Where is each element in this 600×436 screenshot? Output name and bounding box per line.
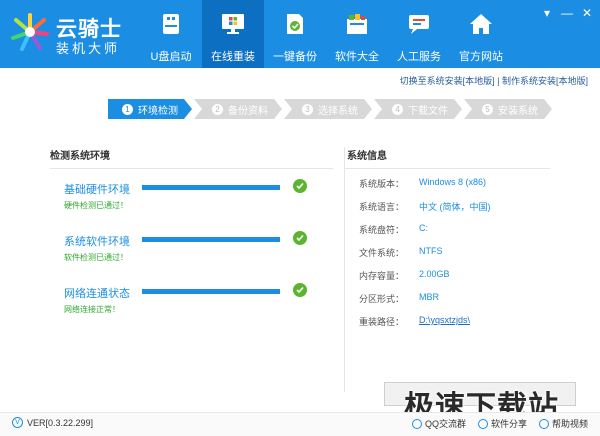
install-mode-links: 切换至系统安装[本地版] | 制作系统安装[本地版] [400,74,588,87]
nav-online-reinstall[interactable]: 在线重装 [202,0,264,68]
nav-label: 一键备份 [273,51,317,63]
version-icon: V [12,417,23,428]
footer-link-label: 软件分享 [490,419,527,429]
nav-manual-service[interactable]: 人工服务 [388,0,450,68]
info-panel-title: 系统信息 [345,147,550,169]
info-key: 系统盘符： [359,225,405,235]
nav-label: 人工服务 [397,51,441,63]
check-progress-bar [142,185,280,190]
step-download: 4 下载文件 [374,99,462,119]
logo-star-icon [11,13,49,51]
link-separator: | [497,76,500,86]
monitor-windows-icon [222,14,244,34]
app-header: 云骑士 装机大师 U盘启动 在线重装 一键备份 软件大全 人工服务 官方网站 ▾… [0,0,600,68]
footer-link-qq-group[interactable]: QQ交流群 [411,417,466,430]
nav-official-site[interactable]: 官方网站 [450,0,512,68]
step-progress: 1 环境检测 2 备份资料 3 选择系统 4 下载文件 5 安装系统 [108,99,554,119]
step-label: 环境检测 [138,105,178,117]
step-env-check: 1 环境检测 [108,99,192,119]
step-number: 1 [122,104,133,115]
nav-label: U盘启动 [150,51,192,63]
share-icon [477,418,488,429]
make-local-link[interactable]: 制作系统安装[本地版] [502,76,588,86]
step-label: 选择系统 [318,105,358,117]
info-key: 文件系统： [359,248,405,258]
info-key: 分区形式： [359,294,405,304]
menu-dropdown-button[interactable]: ▾ [540,6,554,20]
close-button[interactable]: ✕ [580,6,594,20]
info-value: Windows 8 (x86) [419,177,487,187]
step-label: 下载文件 [408,105,448,117]
nav-software-center[interactable]: 软件大全 [326,0,388,68]
check-title: 基础硬件环境 [64,184,130,196]
step-label: 安装系统 [498,105,538,117]
software-box-icon [347,14,367,34]
step-number: 5 [482,104,493,115]
nav-label: 在线重装 [211,51,255,63]
footer-link-share[interactable]: 软件分享 [477,417,527,430]
check-status: 硬件检测已通过！ [64,201,128,210]
step-backup: 2 备份资料 [194,99,282,119]
switch-local-link[interactable]: 切换至系统安装[本地版] [400,76,495,86]
nav-label: 官方网站 [459,51,503,63]
usb-icon [163,14,179,34]
status-footer: V VER[0.3.22.299] QQ交流群 软件分享 帮助视频 [0,412,600,436]
info-key: 系统版本： [359,179,405,189]
check-ok-icon [293,283,307,297]
version-info: V VER[0.3.22.299] [12,417,93,428]
env-check-panel: 检测系统环境 基础硬件环境 硬件检测已通过！ 系统软件环境 软件检测已通过！ 网… [50,147,333,392]
nav-one-key-backup[interactable]: 一键备份 [264,0,326,68]
step-number: 3 [302,104,313,115]
step-select-system: 3 选择系统 [284,99,372,119]
footer-link-help-video[interactable]: 帮助视频 [538,417,588,430]
app-subtitle: 装机大师 [56,41,121,56]
backup-icon [287,14,303,34]
env-panel-title: 检测系统环境 [50,147,333,169]
qq-icon [411,418,422,429]
check-status: 软件检测已通过！ [64,253,128,262]
info-key: 内存容量： [359,271,405,281]
check-progress-bar [142,289,280,294]
app-logo: 云骑士 装机大师 [10,10,140,58]
step-install: 5 安装系统 [464,99,552,119]
info-value: NTFS [419,246,443,256]
footer-link-label: QQ交流群 [424,419,466,429]
info-value: 中文 (简体，中国) [419,202,491,212]
step-number: 4 [392,104,403,115]
help-video-icon [538,418,549,429]
nav-label: 软件大全 [335,51,379,63]
info-value: 2.00GB [419,269,450,279]
chat-service-icon [409,15,429,34]
system-info-panel: 系统信息 系统版本： Windows 8 (x86) 系统语言： 中文 (简体，… [344,147,550,392]
check-ok-icon [293,231,307,245]
info-key: 重装路径： [359,317,405,327]
step-number: 2 [212,104,223,115]
main-nav: U盘启动 在线重装 一键备份 软件大全 人工服务 官方网站 [140,0,512,68]
info-key: 系统语言： [359,202,405,212]
info-value: C: [419,223,428,233]
footer-links: QQ交流群 软件分享 帮助视频 [400,417,588,430]
version-label: VER[0.3.22.299] [27,417,94,428]
check-ok-icon [293,179,307,193]
check-title: 网络连通状态 [64,288,130,300]
step-label: 备份资料 [228,105,268,117]
check-progress-bar [142,237,280,242]
check-title: 系统软件环境 [64,236,130,248]
home-icon [470,14,492,34]
check-status: 网络连接正常！ [64,305,120,314]
minimize-button[interactable]: — [560,6,574,20]
install-path-link[interactable]: D:\yqsxtzjds\ [419,315,470,325]
nav-usb-boot[interactable]: U盘启动 [140,0,202,68]
info-value: MBR [419,292,439,302]
footer-link-label: 帮助视频 [551,419,588,429]
